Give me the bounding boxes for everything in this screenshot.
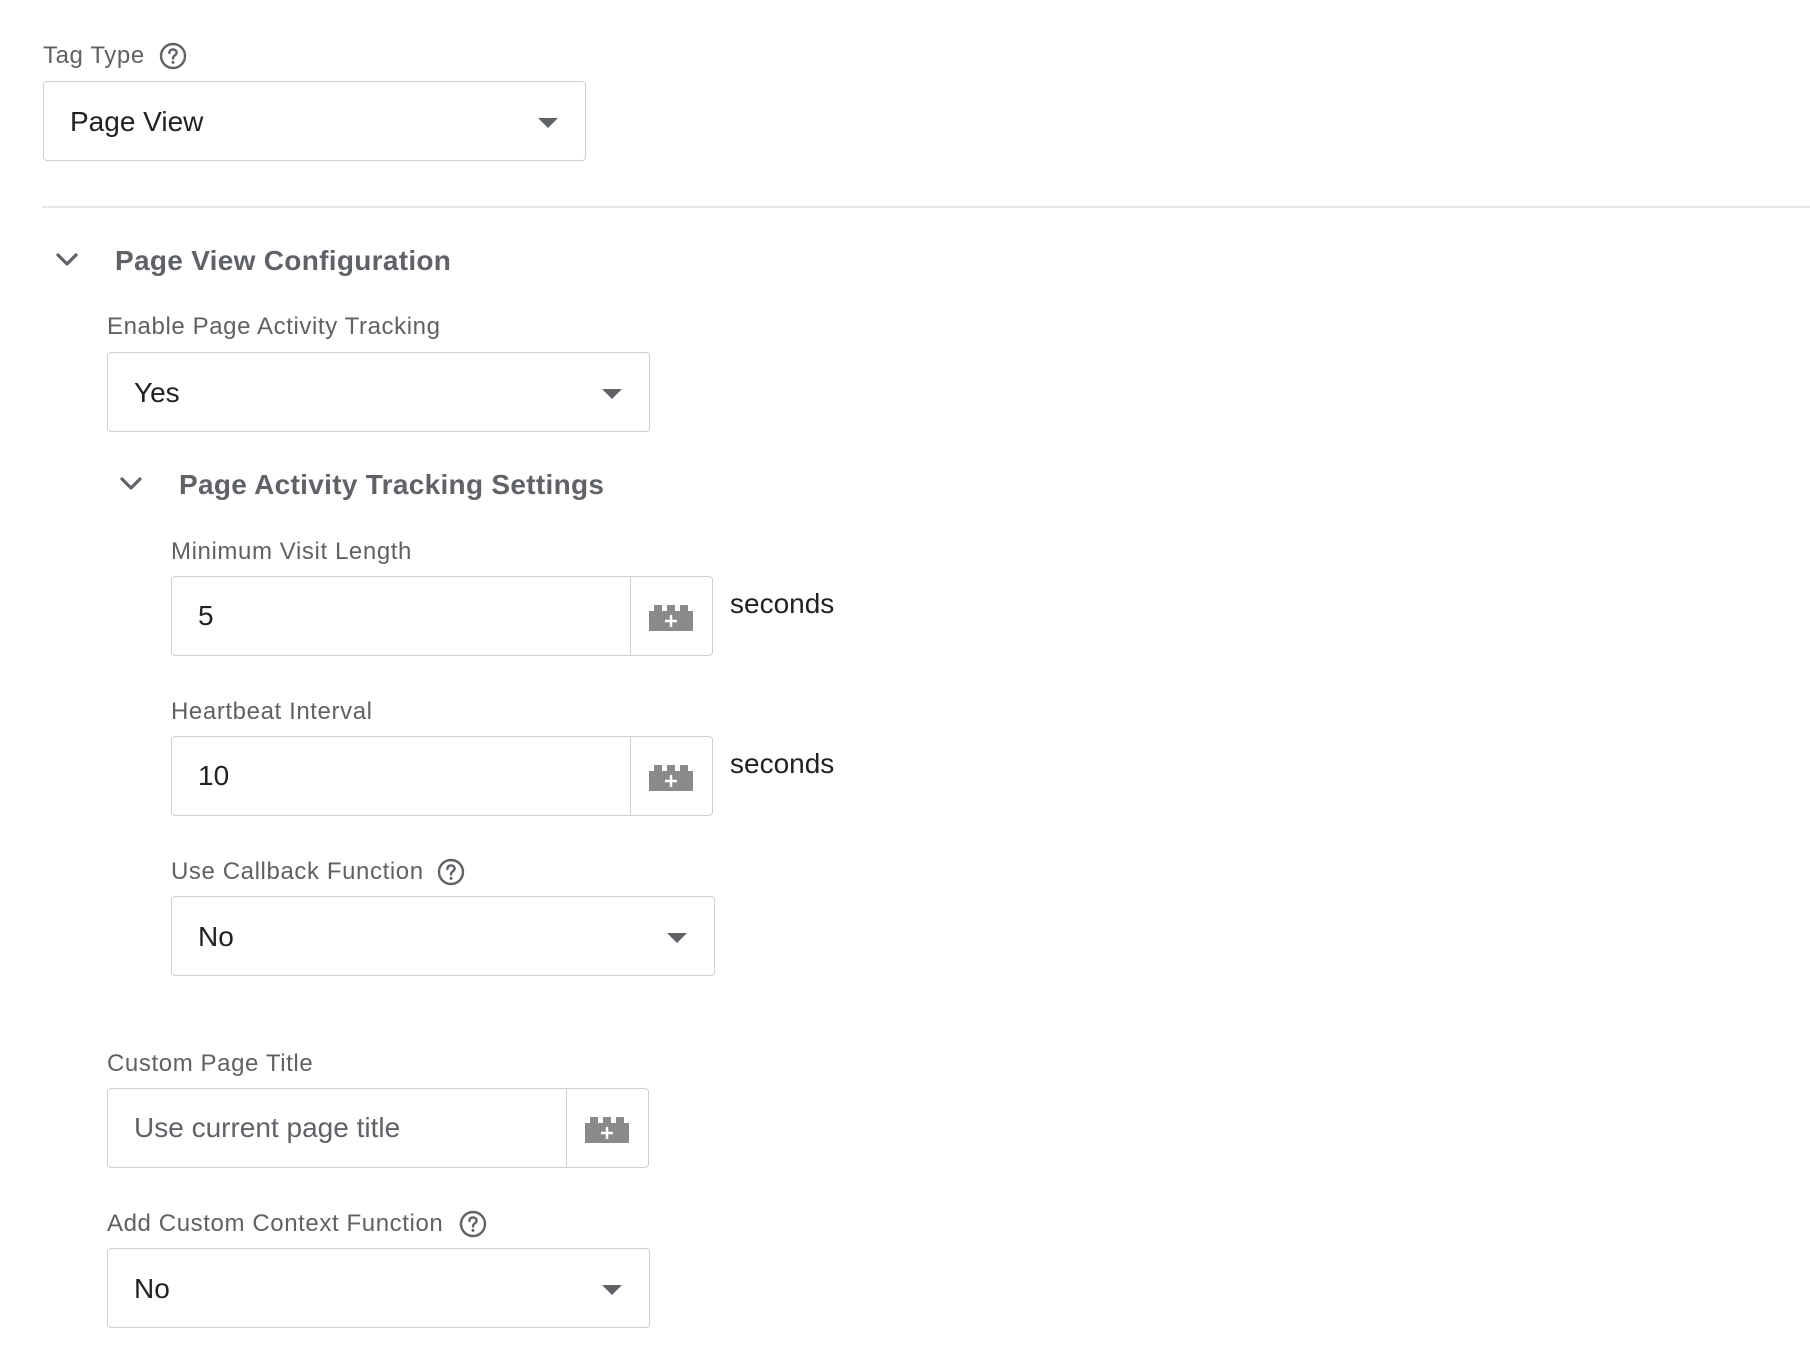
custom-page-title-label: Custom Page Title bbox=[107, 1050, 314, 1077]
chevron-down-icon[interactable] bbox=[117, 470, 145, 498]
tag-type-value: Page View bbox=[70, 106, 204, 137]
tracking-settings-title[interactable]: Page Activity Tracking Settings bbox=[179, 469, 604, 501]
min-visit-length-field bbox=[171, 576, 713, 656]
insert-variable-button[interactable] bbox=[630, 577, 712, 655]
variable-brick-icon bbox=[585, 1117, 629, 1143]
chevron-down-icon[interactable] bbox=[53, 246, 81, 274]
section-divider bbox=[42, 206, 1810, 208]
variable-brick-icon bbox=[649, 765, 693, 791]
insert-variable-button[interactable] bbox=[566, 1089, 648, 1167]
use-callback-label: Use Callback Function bbox=[171, 858, 424, 885]
min-visit-length-input[interactable] bbox=[172, 577, 630, 655]
heartbeat-interval-text bbox=[172, 737, 630, 815]
min-visit-length-suffix: seconds bbox=[730, 588, 835, 619]
tag-type-label: Tag Type bbox=[43, 42, 145, 69]
use-callback-value: No bbox=[198, 921, 234, 952]
enable-tracking-select[interactable]: Yes bbox=[107, 352, 650, 432]
custom-context-select[interactable]: No bbox=[107, 1248, 650, 1328]
heartbeat-interval-field bbox=[171, 736, 713, 816]
heartbeat-interval-suffix: seconds bbox=[730, 748, 835, 779]
heartbeat-interval-label: Heartbeat Interval bbox=[171, 698, 373, 725]
variable-brick-icon bbox=[649, 605, 693, 631]
enable-tracking-value: Yes bbox=[134, 377, 180, 408]
tag-type-select[interactable]: Page View bbox=[43, 81, 586, 161]
custom-page-title-text bbox=[108, 1089, 566, 1167]
custom-page-title-input[interactable] bbox=[108, 1089, 566, 1167]
min-visit-length-text bbox=[172, 577, 630, 655]
caret-down-icon bbox=[667, 933, 687, 943]
help-icon[interactable] bbox=[159, 42, 187, 70]
enable-tracking-label: Enable Page Activity Tracking bbox=[107, 313, 441, 340]
help-icon[interactable] bbox=[437, 858, 465, 886]
heartbeat-interval-input[interactable] bbox=[172, 737, 630, 815]
caret-down-icon bbox=[602, 1285, 622, 1295]
caret-down-icon bbox=[602, 389, 622, 399]
use-callback-select[interactable]: No bbox=[171, 896, 715, 976]
insert-variable-button[interactable] bbox=[630, 737, 712, 815]
caret-down-icon bbox=[538, 118, 558, 128]
custom-context-value: No bbox=[134, 1273, 170, 1304]
help-icon[interactable] bbox=[459, 1210, 487, 1238]
page-view-config-title[interactable]: Page View Configuration bbox=[115, 245, 451, 277]
custom-page-title-field bbox=[107, 1088, 649, 1168]
custom-context-label: Add Custom Context Function bbox=[107, 1210, 444, 1237]
min-visit-length-label: Minimum Visit Length bbox=[171, 538, 412, 565]
